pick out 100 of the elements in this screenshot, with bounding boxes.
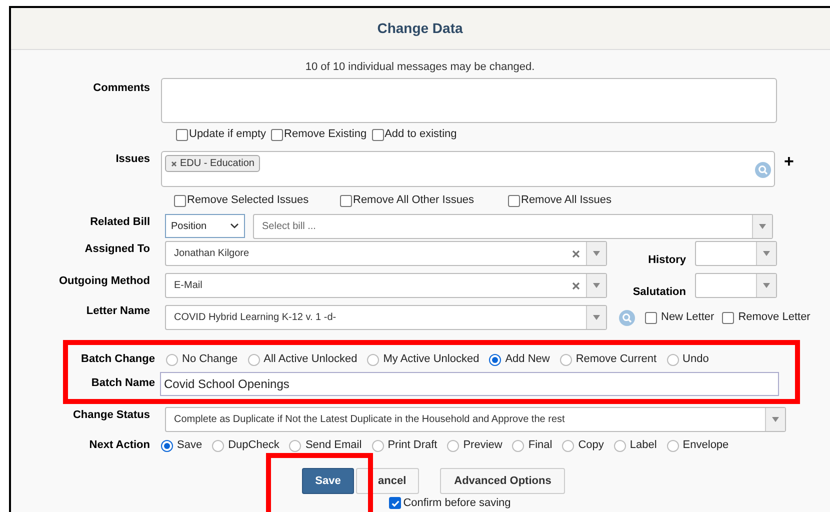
- radio-button[interactable]: [161, 440, 173, 452]
- dropdown-toggle[interactable]: [586, 274, 606, 297]
- combo-value: Complete as Duplicate if Not the Latest Duplicate in the Household and Approve the rest: [173, 413, 566, 427]
- radio-label: Remove Current: [576, 352, 657, 368]
- radio-label: My Active Unlocked: [383, 352, 480, 368]
- combo-box[interactable]: COVID Hybrid Learning K-12 v. 1 -d-: [165, 305, 607, 330]
- save-button[interactable]: Save: [302, 468, 354, 494]
- radio-label: Label: [630, 438, 657, 454]
- dropdown-toggle[interactable]: [586, 306, 606, 329]
- checkbox[interactable]: [271, 128, 284, 140]
- combo-box[interactable]: [695, 241, 777, 266]
- radio-label: No Change: [182, 352, 238, 368]
- radio-label: All Active Unlocked: [264, 352, 358, 368]
- select-value: Position: [171, 220, 207, 234]
- tag-label: EDU - Education: [180, 157, 254, 171]
- radio-button[interactable]: [614, 440, 626, 452]
- dropdown-toggle[interactable]: [586, 242, 606, 265]
- radio-button[interactable]: [166, 354, 178, 366]
- field-label: Batch Name: [91, 376, 155, 391]
- radio-button[interactable]: [666, 440, 679, 452]
- issues-field[interactable]: EDU - Education: [161, 151, 775, 187]
- radio-button[interactable]: [562, 440, 574, 452]
- checkbox-label: Add to existing: [384, 127, 457, 142]
- checkbox[interactable]: [372, 128, 384, 140]
- radio-button[interactable]: [289, 440, 302, 452]
- checkbox[interactable]: [174, 194, 186, 206]
- check-icon: [390, 498, 400, 508]
- dropdown-toggle[interactable]: [765, 408, 785, 431]
- radio-label: DupCheck: [228, 438, 280, 454]
- chevron-icon: [230, 223, 239, 229]
- action-button[interactable]: Advanced Options: [440, 468, 566, 494]
- radio-button[interactable]: [372, 440, 384, 452]
- caret-icon: [763, 251, 770, 256]
- field-label: Issues: [116, 152, 150, 167]
- combo-box[interactable]: E-Mail: [165, 273, 607, 298]
- radio-button[interactable]: [560, 354, 572, 366]
- radio-label: Preview: [463, 438, 502, 454]
- checkbox-label: Update if empty: [189, 127, 266, 142]
- radio-button[interactable]: [447, 440, 460, 452]
- field-label: Assigned To: [84, 242, 150, 257]
- combo-placeholder: Select bill ...: [261, 220, 317, 234]
- checkbox-label: Remove Letter: [738, 310, 810, 326]
- radio-button[interactable]: [512, 440, 524, 452]
- radio-button[interactable]: [666, 354, 679, 366]
- field-label: Change Status: [72, 408, 150, 423]
- checkbox[interactable]: [508, 194, 520, 206]
- field-label: Salutation: [632, 284, 686, 300]
- clear-icon[interactable]: [572, 282, 580, 290]
- radio-label: Final: [528, 438, 552, 454]
- checkbox[interactable]: [389, 497, 402, 510]
- add-button[interactable]: +: [784, 153, 794, 187]
- radio-button[interactable]: [248, 354, 260, 366]
- checkbox-label: Remove Existing: [284, 127, 367, 142]
- radio-button[interactable]: [489, 354, 502, 366]
- combo-box[interactable]: [695, 273, 777, 298]
- caret-icon: [772, 417, 779, 422]
- comments-field[interactable]: [161, 78, 777, 123]
- radio-label: Add New: [505, 352, 550, 368]
- combo-value: Jonathan Kilgore: [173, 247, 250, 261]
- field-label: Related Bill: [90, 215, 150, 230]
- clear-icon[interactable]: [572, 250, 580, 258]
- caret-icon: [763, 283, 770, 288]
- field-label: Batch Change: [81, 352, 155, 368]
- field-label: Outgoing Method: [58, 274, 150, 289]
- checkbox[interactable]: [340, 194, 352, 206]
- batch-name-field[interactable]: Covid School Openings: [160, 372, 779, 396]
- field-label: Comments: [93, 81, 150, 96]
- radio-label: Undo: [682, 352, 709, 368]
- caret-icon: [593, 283, 600, 288]
- remove-icon[interactable]: [171, 160, 177, 166]
- caret-icon: [593, 315, 600, 320]
- checkbox-label: New Letter: [661, 310, 714, 326]
- radio-button[interactable]: [212, 440, 224, 452]
- position-select[interactable]: Position: [165, 214, 245, 238]
- combo-value: COVID Hybrid Learning K-12 v. 1 -d-: [173, 311, 338, 325]
- combo-box[interactable]: Complete as Duplicate if Not the Latest Duplicate in the Household and Approve the rest: [165, 407, 786, 432]
- caret-icon: [593, 251, 600, 256]
- radio-label: Save: [177, 438, 202, 454]
- radio-button[interactable]: [367, 354, 380, 366]
- dropdown-toggle[interactable]: [756, 242, 776, 265]
- search-icon[interactable]: [755, 162, 771, 178]
- issue-tag[interactable]: EDU - Education: [165, 155, 260, 172]
- dialog-title: Change Data: [377, 19, 463, 38]
- dropdown-toggle[interactable]: [756, 274, 776, 297]
- checkbox[interactable]: [722, 312, 734, 324]
- search-icon[interactable]: [619, 310, 635, 326]
- radio-label: Envelope: [682, 438, 729, 454]
- action-button[interactable]: ancel: [356, 468, 420, 494]
- summary-text: 10 of 10 individual messages may be changed.: [305, 60, 535, 75]
- radio-label: Send Email: [305, 438, 362, 454]
- combo-value: E-Mail: [173, 279, 204, 293]
- combo-box[interactable]: Jonathan Kilgore: [165, 241, 607, 266]
- field-label: History: [648, 252, 686, 268]
- combo-box[interactable]: Select bill ...: [253, 214, 773, 239]
- radio-label: Print Draft: [388, 438, 438, 454]
- field-label: Next Action: [89, 438, 150, 454]
- dropdown-toggle[interactable]: [752, 215, 772, 238]
- checkbox[interactable]: [645, 312, 657, 324]
- checkbox[interactable]: [176, 128, 188, 140]
- caret-icon: [759, 224, 766, 229]
